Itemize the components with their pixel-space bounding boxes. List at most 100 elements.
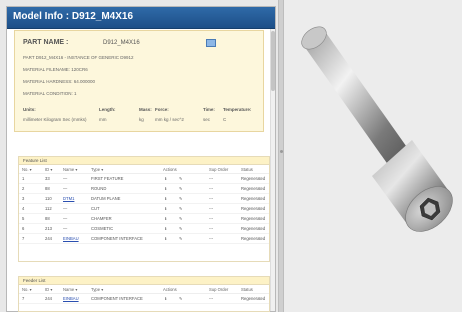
cell-status: Regenerated: [241, 236, 266, 241]
cell-status: Regenerated: [241, 296, 266, 301]
cell-id: 244: [45, 296, 52, 301]
cell-sup-order: ---: [209, 216, 214, 221]
table-row[interactable]: 7 244 EINBAU COMPONENT INTERFACE --- Regenera…: [19, 234, 269, 244]
cell-sup-order: ---: [209, 206, 214, 211]
units-header: Units:: [23, 107, 36, 112]
model-icon[interactable]: [206, 39, 216, 47]
table-row[interactable]: 2 88 — ROUND --- Regenerated ℹ ✎: [19, 184, 269, 194]
col-name[interactable]: Name ▾: [63, 287, 77, 292]
edit-icon[interactable]: ✎: [179, 176, 186, 181]
screw-model-render: [301, 26, 453, 232]
table-row[interactable]: 7 244 EINBAU COMPONENT INTERFACE --- Regenera…: [19, 294, 269, 304]
info-icon[interactable]: ℹ: [165, 186, 172, 191]
cell-type: COSMETIC: [91, 226, 114, 231]
feeder-list-header: No. ▾ ID ▾ Name ▾ Type ▾ Actions Sup Ord…: [19, 285, 269, 294]
col-status: Status: [241, 287, 253, 292]
edit-icon[interactable]: ✎: [179, 236, 186, 241]
info-icon[interactable]: ℹ: [165, 206, 172, 211]
units-value-row: millimeter Kilogram Sec (mmks) mm kg mm …: [23, 117, 259, 125]
feeder-list: Feeder List No. ▾ ID ▾ Name ▾ Type ▾ Act…: [18, 276, 270, 312]
col-no[interactable]: No. ▾: [22, 287, 32, 292]
cell-name[interactable]: EINBAU: [63, 296, 79, 301]
cell-no: 1: [22, 176, 25, 181]
instance-info: PART D912_M4X16 - INSTANCE OF GENERIC D9…: [23, 55, 134, 60]
table-row[interactable]: 3 110 DTM1 DATUM PLANE --- Regenerated ℹ ✎: [19, 194, 269, 204]
force-header: Force:: [155, 107, 169, 112]
table-row[interactable]: 4 112 — CUT --- Regenerated ℹ ✎: [19, 204, 269, 214]
panel-title: Model Info : D912_M4X16: [7, 7, 275, 29]
units-value: millimeter Kilogram Sec (mmks): [23, 117, 87, 122]
cell-sup-order: ---: [209, 186, 214, 191]
cell-id: 112: [45, 206, 52, 211]
col-id[interactable]: ID ▾: [45, 287, 52, 292]
edit-icon[interactable]: ✎: [179, 216, 186, 221]
cell-name: —: [63, 186, 68, 191]
splitter-handle[interactable]: [280, 150, 283, 153]
col-type[interactable]: Type ▾: [91, 287, 103, 292]
temperature-header: Temperature:: [223, 107, 252, 112]
feature-list-header: No. ▾ ID ▾ Name ▾ Type ▾ Actions Sup Ord…: [19, 165, 269, 174]
edit-icon[interactable]: ✎: [179, 186, 186, 191]
info-icon[interactable]: ℹ: [165, 196, 172, 201]
cell-no: 7: [22, 296, 25, 301]
cell-no: 5: [22, 216, 25, 221]
model-info-box: PART NAME : D912_M4X16 PART D912_M4X16 -…: [14, 30, 264, 132]
cell-name: —: [63, 206, 68, 211]
info-icon[interactable]: ℹ: [165, 216, 172, 221]
length-value: mm: [99, 117, 107, 122]
material-hardness: MATERIAL HARDNESS: 64.000000: [23, 79, 96, 84]
part-name-value: D912_M4X16: [103, 40, 140, 46]
info-icon[interactable]: ℹ: [165, 236, 172, 241]
scrollbar-thumb[interactable]: [271, 31, 275, 91]
model-viewer[interactable]: [284, 0, 462, 312]
material-filename: MATERIAL FILENAME: 120CR6: [23, 67, 88, 72]
cell-id: 88: [45, 186, 50, 191]
cell-status: Regenerated: [241, 186, 266, 191]
cell-no: 4: [22, 206, 25, 211]
col-name[interactable]: Name ▾: [63, 167, 77, 172]
edit-icon[interactable]: ✎: [179, 296, 186, 301]
info-icon[interactable]: ℹ: [165, 296, 172, 301]
feeder-list-title: Feeder List: [19, 277, 269, 285]
cell-sup-order: ---: [209, 226, 214, 231]
cell-name[interactable]: DTM1: [63, 196, 74, 201]
cell-id: 244: [45, 236, 52, 241]
cell-name[interactable]: EINBAU: [63, 236, 79, 241]
mass-value: kg: [139, 117, 144, 122]
temperature-value: C: [223, 117, 227, 122]
cell-type: CUT: [91, 206, 100, 211]
feature-list-title: Feature List: [19, 157, 269, 165]
table-row[interactable]: 5 88 — CHAMFER --- Regenerated ℹ ✎: [19, 214, 269, 224]
info-icon[interactable]: ℹ: [165, 226, 172, 231]
edit-icon[interactable]: ✎: [179, 226, 186, 231]
cell-no: 6: [22, 226, 25, 231]
cell-status: Regenerated: [241, 176, 266, 181]
col-type[interactable]: Type ▾: [91, 167, 103, 172]
scrollbar[interactable]: [270, 29, 275, 311]
table-row[interactable]: 6 213 — COSMETIC --- Regenerated ℹ ✎: [19, 224, 269, 234]
force-value: mm kg / sec^2: [155, 117, 184, 122]
info-icon[interactable]: ℹ: [165, 176, 172, 181]
col-sup-order: Sup Order: [209, 287, 229, 292]
col-status: Status: [241, 167, 253, 172]
cell-type: ROUND: [91, 186, 107, 191]
cell-status: Regenerated: [241, 196, 266, 201]
units-header-row: Units: Length: Mass: Force: Time: Temper…: [23, 107, 259, 115]
cell-id: 88: [45, 216, 50, 221]
col-id[interactable]: ID ▾: [45, 167, 52, 172]
feature-list: Feature List No. ▾ ID ▾ Name ▾ Type ▾ Ac…: [18, 156, 270, 262]
cell-id: 213: [45, 226, 52, 231]
cell-type: DATUM PLANE: [91, 196, 121, 201]
table-row[interactable]: 1 33 — FIRST FEATURE --- Regenerated ℹ ✎: [19, 174, 269, 184]
cell-status: Regenerated: [241, 206, 266, 211]
edit-icon[interactable]: ✎: [179, 196, 186, 201]
cell-sup-order: ---: [209, 296, 214, 301]
cell-no: 2: [22, 186, 25, 191]
cell-id: 110: [45, 196, 52, 201]
cell-type: COMPONENT INTERFACE: [91, 236, 143, 241]
col-sup-order: Sup Order: [209, 167, 229, 172]
cell-sup-order: ---: [209, 236, 214, 241]
cell-sup-order: ---: [209, 196, 214, 201]
col-no[interactable]: No. ▾: [22, 167, 32, 172]
edit-icon[interactable]: ✎: [179, 206, 186, 211]
